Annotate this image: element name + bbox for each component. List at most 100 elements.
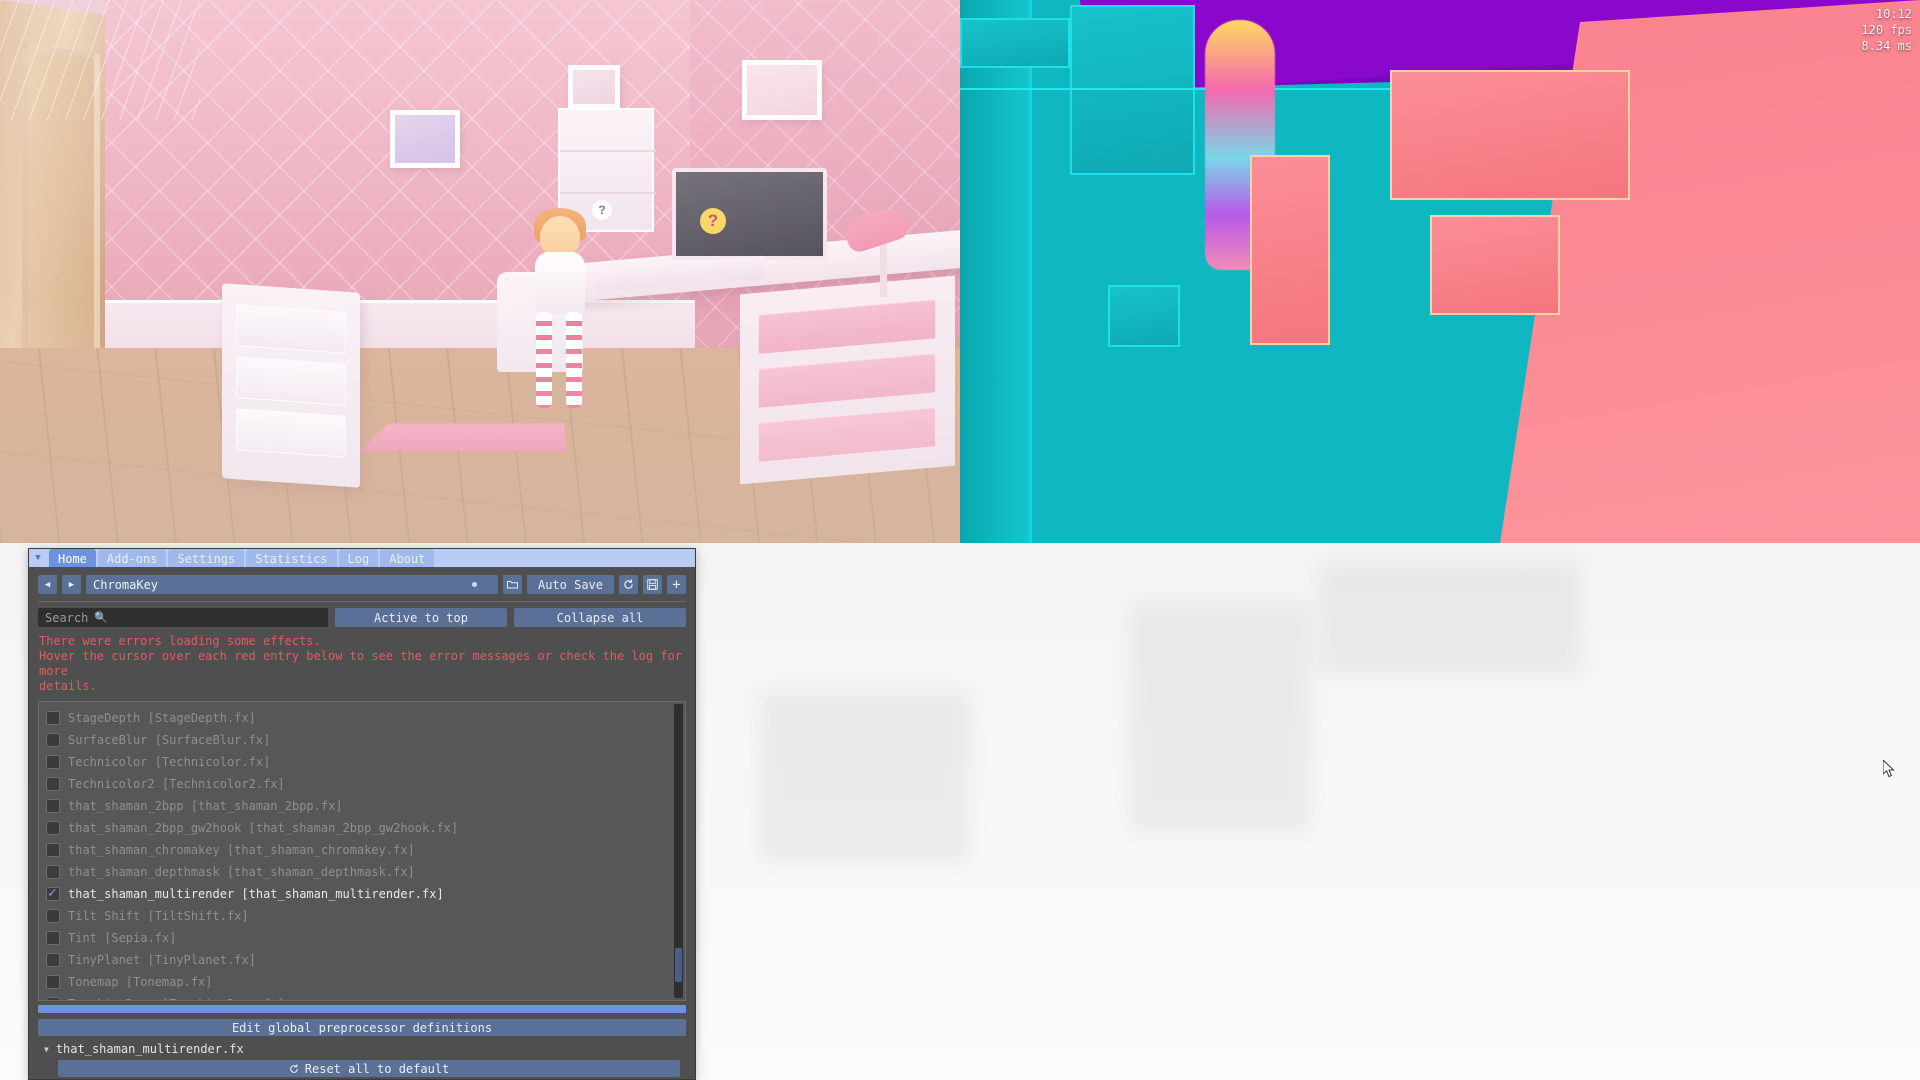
effect-label: that_shaman_2bpp_gw2hook [that_shaman_2b… [68, 821, 459, 835]
info-bubble-icon: ? [592, 200, 612, 220]
character-leg [566, 312, 582, 408]
horizontal-progress-bar [38, 1005, 686, 1013]
effect-checkbox[interactable] [46, 711, 60, 725]
tab-log[interactable]: Log [338, 549, 379, 567]
open-folder-button[interactable] [502, 575, 522, 594]
chevron-down-icon[interactable]: ▼ [44, 1045, 49, 1054]
effect-row[interactable]: TinyPlanet [TinyPlanet.fx] [46, 949, 685, 971]
error-line-2: Hover the cursor over each red entry bel… [39, 649, 682, 678]
effect-row[interactable]: Technicolor2 [Technicolor2.fx] [46, 773, 685, 795]
effect-label: Technicolor2 [Technicolor2.fx] [68, 777, 285, 791]
scrollbar-thumb[interactable] [675, 948, 682, 982]
search-input[interactable]: Search 🔍 [38, 608, 328, 627]
reload-button[interactable] [619, 575, 638, 594]
effect-label: StageDepth [StageDepth.fx] [68, 711, 256, 725]
effect-checkbox[interactable] [46, 777, 60, 791]
wall-picture-2 [568, 65, 620, 109]
effect-label: that_shaman_chromakey [that_shaman_chrom… [68, 843, 415, 857]
preset-name-label: ChromaKey [93, 577, 159, 592]
effect-checkbox[interactable] [46, 975, 60, 989]
effect-checkbox[interactable] [46, 821, 60, 835]
normals-cabinet [1250, 155, 1330, 345]
effect-checkbox[interactable] [46, 755, 60, 769]
add-preset-button[interactable]: + [667, 575, 686, 594]
effect-row[interactable]: TrackingRays [TrackingRays.fx] [46, 993, 685, 1000]
reset-all-button[interactable]: Reset all to default [58, 1060, 681, 1077]
effect-checkbox[interactable] [46, 931, 60, 945]
effects-list-inner: StageDepth [StageDepth.fx] SurfaceBlur [… [39, 702, 685, 1000]
effect-row[interactable]: SurfaceBlur [SurfaceBlur.fx] [46, 729, 685, 751]
effect-checkbox[interactable] [46, 909, 60, 923]
ghost-shape [1130, 603, 1310, 833]
collapse-all-button[interactable]: Collapse all [514, 608, 686, 627]
effects-list[interactable]: StageDepth [StageDepth.fx] SurfaceBlur [… [38, 701, 686, 1001]
game-viewport-normals: 10:12 120 fps 8.34 ms [960, 0, 1920, 543]
desk-body [740, 275, 955, 485]
effect-row[interactable]: StageDepth [StageDepth.fx] [46, 707, 685, 729]
auto-save-button[interactable]: Auto Save [526, 575, 614, 594]
effect-checkbox-checked[interactable] [46, 885, 60, 901]
effect-tree-node[interactable]: ▼ that_shaman_multirender.fx [44, 1042, 686, 1056]
game-viewport-beauty: ? ? [0, 0, 960, 543]
active-to-top-button[interactable]: Active to top [335, 608, 507, 627]
effect-checkbox[interactable] [46, 953, 60, 967]
speech-bubble-icon: ? [700, 208, 726, 234]
preset-combo[interactable]: ChromaKey [86, 575, 498, 594]
effect-label: Tonemap [Tonemap.fx] [68, 975, 213, 989]
garland-lights [0, 0, 200, 120]
effects-scrollbar[interactable] [674, 704, 683, 998]
effect-row[interactable]: that_shaman_2bpp [that_shaman_2bpp.fx] [46, 795, 685, 817]
hud-time: 10:12 [1875, 7, 1912, 21]
arrow-left-icon: ◀ [44, 579, 51, 590]
ghost-shape [1320, 563, 1580, 673]
effect-label: that_shaman_multirender [that_shaman_mul… [68, 887, 444, 901]
collapse-arrow-icon[interactable]: ▼ [29, 549, 47, 567]
effect-checkbox[interactable] [46, 843, 60, 857]
effect-row[interactable]: that_shaman_depthmask [that_shaman_depth… [46, 861, 685, 883]
normals-desk [1390, 70, 1630, 200]
reset-icon [289, 1064, 298, 1073]
folder-icon [506, 581, 518, 589]
screen-root: ? ? 10:12 120 fps 8.34 ms ▼ Home Add-ons… [0, 0, 1920, 1080]
tab-about[interactable]: About [380, 549, 435, 567]
tab-statistics[interactable]: Statistics [246, 549, 337, 567]
effect-label: TrackingRays [TrackingRays.fx] [68, 997, 285, 1000]
effect-checkbox[interactable] [46, 733, 60, 747]
hud-fps: 120 fps [1861, 23, 1912, 37]
normals-shelf [960, 18, 1070, 68]
reshade-bottom-section: Edit global preprocessor definitions ▼ t… [29, 1013, 695, 1079]
effect-row[interactable]: Technicolor [Technicolor.fx] [46, 751, 685, 773]
preset-toolbar: ◀ ▶ ChromaKey Auto Save + [38, 575, 686, 594]
effect-row[interactable]: Tilt Shift [TiltShift.fx] [46, 905, 685, 927]
toolbar-divider [38, 601, 686, 602]
effect-label: Technicolor [Technicolor.fx] [68, 755, 271, 769]
tab-addons[interactable]: Add-ons [97, 549, 167, 567]
effect-checkbox[interactable] [46, 865, 60, 879]
effect-checkbox[interactable] [46, 799, 60, 813]
edit-preprocessor-button[interactable]: Edit global preprocessor definitions [38, 1019, 686, 1036]
save-button[interactable] [643, 575, 662, 594]
next-preset-button[interactable]: ▶ [62, 575, 81, 594]
search-row: Search 🔍 Active to top Collapse all [38, 608, 686, 627]
tab-settings[interactable]: Settings [168, 549, 245, 567]
effect-label: Tilt Shift [TiltShift.fx] [68, 909, 249, 923]
effect-row[interactable]: that_shaman_chromakey [that_shaman_chrom… [46, 839, 685, 861]
effect-row[interactable]: Tint [Sepia.fx] [46, 927, 685, 949]
effect-checkbox[interactable] [46, 997, 60, 1000]
hud-frametime: 8.34 ms [1861, 39, 1912, 53]
effect-tree-label: that_shaman_multirender.fx [55, 1042, 244, 1056]
error-message: There were errors loading some effects. … [39, 634, 686, 694]
normals-monitor [1430, 215, 1560, 315]
effect-row[interactable]: that_shaman_2bpp_gw2hook [that_shaman_2b… [46, 817, 685, 839]
effect-row-active[interactable]: that_shaman_multirender [that_shaman_mul… [46, 883, 685, 905]
previous-preset-button[interactable]: ◀ [38, 575, 57, 594]
error-line-3: details. [39, 679, 97, 693]
tab-home[interactable]: Home [49, 549, 96, 567]
reshade-overlay[interactable]: ▼ Home Add-ons Settings Statistics Log A… [28, 548, 696, 1080]
effect-label: that_shaman_2bpp [that_shaman_2bpp.fx] [68, 799, 343, 813]
reshade-body: ◀ ▶ ChromaKey Auto Save + Search 🔍 Activ… [29, 567, 695, 1013]
wall-picture-3 [742, 60, 822, 120]
reload-icon [624, 579, 633, 589]
effect-row[interactable]: Tonemap [Tonemap.fx] [46, 971, 685, 993]
mouse-cursor [1883, 760, 1895, 778]
